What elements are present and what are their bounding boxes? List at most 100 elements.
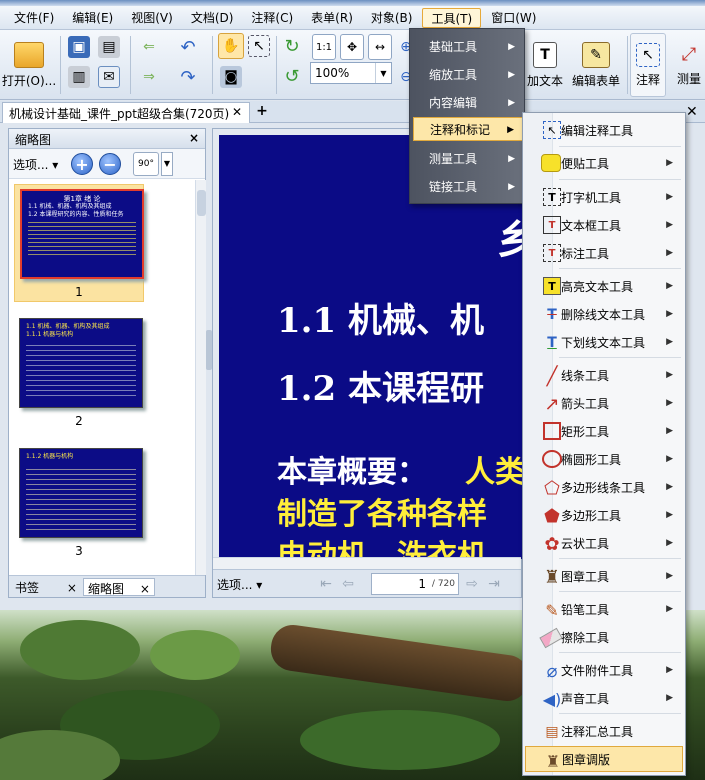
thumbnail-item[interactable]: 1.1.2 机器与机构 3 [14,448,144,558]
previous-page-icon[interactable]: ⇦ [339,575,357,593]
menu-tools[interactable]: 工具(T) [422,7,482,28]
tab-thumbnails[interactable]: 缩略图 × [83,578,155,596]
close-icon[interactable]: × [140,582,150,596]
menu-item-content-edit[interactable]: 内容编辑 ▶ [413,91,523,115]
submenu-item-line[interactable]: ╱ 线条工具 ▶ [525,362,683,388]
menu-item-link-tools[interactable]: 链接工具 ▶ [413,175,523,199]
submenu-item-label: 声音工具 [561,691,610,706]
email-button[interactable]: ✉ [94,64,124,90]
fit-width-button[interactable]: ↔ [368,34,392,60]
next-page-icon[interactable]: ⇨ [463,575,481,593]
menu-separator [559,268,681,269]
new-tab-icon[interactable]: + [254,104,270,120]
submenu-item-stamp[interactable]: ♜ 图章工具 ▶ [525,563,683,589]
submenu-item-label: 箭头工具 [561,396,610,411]
close-panel-icon[interactable]: × [189,131,199,145]
menu-item-basic-tools[interactable]: 基础工具 ▶ [413,35,523,59]
submenu-item-polyline[interactable]: ⬠ 多边形线条工具 ▶ [525,474,683,500]
menu-edit[interactable]: 编辑(E) [64,8,121,28]
thumbnail-item[interactable]: 1.1 机械、机器、机构及其组成 1.1.1 机器与机构 2 [14,318,144,428]
close-icon[interactable]: × [67,581,77,595]
submenu-item-cloud[interactable]: ✿ 云状工具 ▶ [525,530,683,556]
select-tool-button[interactable]: ↖ [246,33,272,59]
menu-form[interactable]: 表单(R) [303,8,361,28]
menu-item-measure-tools[interactable]: 测量工具 ▶ [413,147,523,171]
menu-document[interactable]: 文档(D) [183,8,242,28]
view-options-dropdown[interactable]: 选项... ▾ [217,576,262,593]
menu-object[interactable]: 对象(B) [363,8,421,28]
page-forward-icon: ⇒ [143,69,155,85]
add-text-button[interactable]: T 加文本 [518,33,572,97]
menu-comment[interactable]: 注释(C) [243,8,301,28]
rotate-cw-button[interactable]: ↻ [280,33,304,59]
chevron-right-icon: ▶ [666,571,673,581]
submenu-item-edit-annotation[interactable]: ↖ 编辑注释工具 [525,117,683,143]
rotate-ccw-button[interactable]: ↺ [280,63,304,89]
forward-button[interactable]: ⇒ [136,64,162,90]
submenu-item-textbox[interactable]: T 文本框工具 ▶ [525,212,683,238]
submenu-item-sticky-note[interactable]: 便贴工具 ▶ [525,150,683,176]
horizontal-scrollbar[interactable] [213,557,521,569]
snapshot-button[interactable]: ◙ [218,64,244,90]
undo-button[interactable]: ↶ [168,34,208,60]
fit-page-icon: ✥ [346,40,358,54]
menu-item-zoom-tools[interactable]: 缩放工具 ▶ [413,63,523,87]
panel-options-dropdown[interactable]: 选项... ▾ [13,156,58,173]
back-button[interactable]: ⇐ [136,34,162,60]
submenu-item-file-attachment[interactable]: ⌀ 文件附件工具 ▶ [525,657,683,683]
submenu-item-label: 图章工具 [561,569,610,584]
scrollbar-thumb[interactable] [197,190,206,216]
print-button[interactable]: ▤ [94,34,124,60]
thumbnail-scrollbar[interactable] [195,180,206,575]
chevron-down-icon[interactable]: ▼ [161,152,173,176]
submenu-item-underline[interactable]: T 下划线文本工具 ▶ [525,329,683,355]
close-all-icon[interactable]: ✕ [686,104,698,120]
enlarge-thumbnails-icon[interactable]: + [71,153,93,175]
thumbnail-item[interactable]: 第1章 绪 论 1.1 机械、机器、机构及其组成 1.2 本课程研究的内容、性质… [14,184,144,302]
tab-bookmarks-label: 书签 [15,581,40,595]
submenu-item-summary[interactable]: ▤ 注释汇总工具 [525,718,683,744]
submenu-item-stamp-palette[interactable]: ♜ 图章调版 [525,746,683,772]
submenu-item-rectangle[interactable]: 矩形工具 ▶ [525,418,683,444]
document-tab[interactable]: 机械设计基础_课件_ppt超级合集(720页) [2,102,250,123]
submenu-item-callout[interactable]: T 标注工具 ▶ [525,240,683,266]
print-alt-button[interactable]: ▥ [66,64,92,90]
fit-page-button[interactable]: ✥ [340,34,364,60]
submenu-item-typewriter[interactable]: T 打字机工具 ▶ [525,184,683,210]
printer-icon: ▤ [98,36,120,58]
actual-size-button[interactable]: 1:1 [312,34,336,60]
submenu-item-strikeout[interactable]: T 删除线文本工具 ▶ [525,301,683,327]
submenu-item-eraser[interactable]: 擦除工具 [525,624,683,650]
menu-item-annotation-markup[interactable]: 注释和标记 ▶ [413,117,523,141]
submenu-item-highlight[interactable]: T 高亮文本工具 ▶ [525,273,683,299]
submenu-item-pencil[interactable]: ✎ 铅笔工具 ▶ [525,596,683,622]
submenu-item-arrow[interactable]: ↗ 箭头工具 ▶ [525,390,683,416]
panel-toolbar: 选项... ▾ + − 90° ▼ [9,149,205,179]
close-tab-icon[interactable]: ✕ [232,105,242,119]
ellipse-icon [542,450,562,468]
chevron-right-icon: ▶ [666,510,673,520]
submenu-item-sound[interactable]: ◀) 声音工具 ▶ [525,685,683,711]
submenu-item-label: 云状工具 [561,536,610,551]
open-button[interactable]: 打开(O)... [2,33,56,97]
submenu-item-polygon[interactable]: ⬟ 多边形工具 ▶ [525,502,683,528]
edit-form-label: 编辑表单 [571,73,620,88]
first-page-icon[interactable]: ⇤ [317,575,335,593]
document-tab-title: 机械设计基础_课件_ppt超级合集(720页) [9,107,230,121]
page-number-input[interactable]: 1 / 720 [371,573,459,595]
save-button[interactable]: ▣ [66,34,92,60]
last-page-icon[interactable]: ⇥ [485,575,503,593]
menu-window[interactable]: 窗口(W) [483,8,544,28]
edit-form-button[interactable]: ✎ 编辑表单 [568,33,624,97]
menu-view[interactable]: 视图(V) [123,8,181,28]
submenu-item-ellipse[interactable]: 椭圆形工具 ▶ [525,446,683,472]
menu-file[interactable]: 文件(F) [6,8,62,28]
shrink-thumbnails-icon[interactable]: − [99,153,121,175]
measure-button[interactable]: ⤢ 测量 [672,33,705,97]
redo-button[interactable]: ↷ [168,64,208,90]
rotate-page-button[interactable]: 90° [133,152,159,176]
zoom-select[interactable]: 100% ▼ [310,62,392,84]
tab-bookmarks[interactable]: 书签 × [11,578,81,596]
annotate-button[interactable]: ↖ 注释 [630,33,666,97]
hand-tool-button[interactable]: ✋ [218,33,244,59]
